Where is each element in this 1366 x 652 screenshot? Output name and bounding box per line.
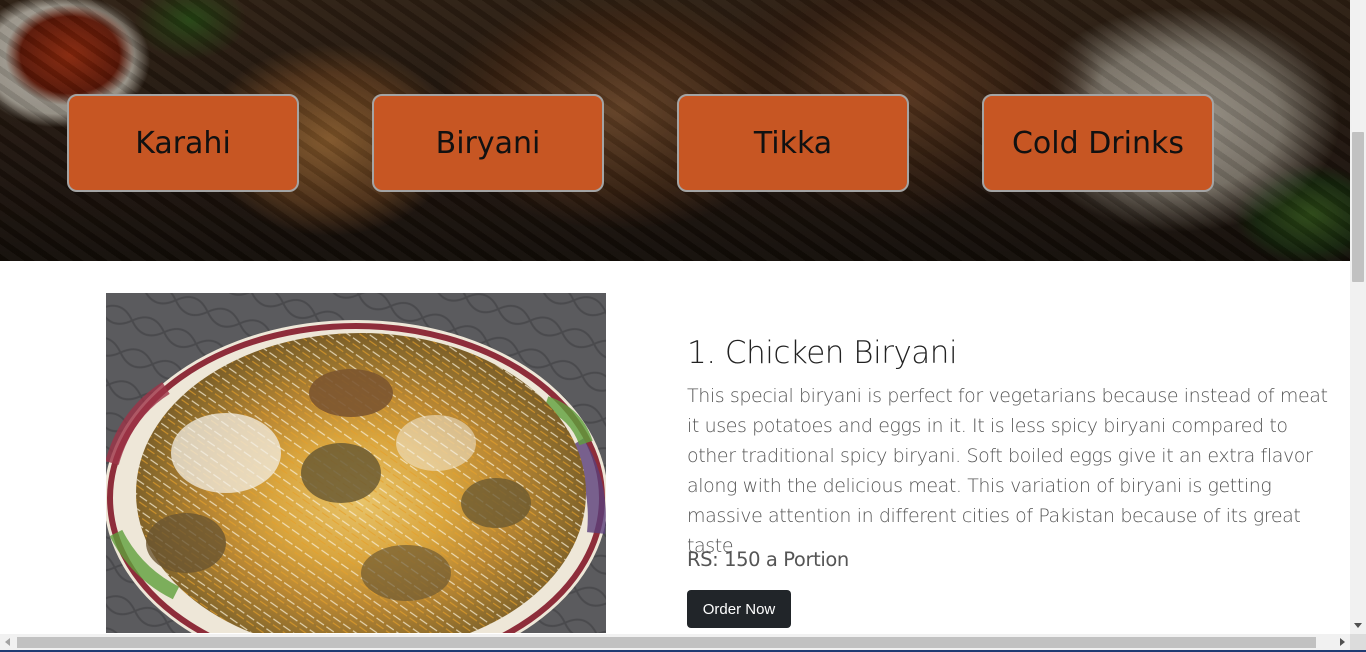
scroll-left-arrow-icon[interactable] xyxy=(5,638,10,646)
scroll-right-arrow-icon[interactable] xyxy=(1340,638,1345,646)
biryani-photo-icon xyxy=(106,293,606,633)
scrollbar-corner xyxy=(1350,634,1366,650)
item-price: RS: 150 a Portion xyxy=(687,548,849,571)
scroll-down-arrow-icon[interactable] xyxy=(1354,623,1362,628)
hero-banner: Karahi Biryani Tikka Cold Drinks xyxy=(0,0,1350,261)
horizontal-scroll-thumb[interactable] xyxy=(17,637,1316,648)
item-description: This special biryani is perfect for vege… xyxy=(687,385,1328,557)
vertical-scrollbar[interactable] xyxy=(1350,0,1366,634)
item-photo xyxy=(106,293,606,633)
horizontal-scrollbar[interactable] xyxy=(0,634,1350,650)
vertical-scroll-thumb[interactable] xyxy=(1352,132,1364,282)
order-now-button[interactable]: Order Now xyxy=(687,590,791,628)
category-button-biryani[interactable]: Biryani xyxy=(372,94,604,192)
category-button-karahi[interactable]: Karahi xyxy=(67,94,299,192)
category-button-cold-drinks[interactable]: Cold Drinks xyxy=(982,94,1214,192)
item-title: 1. Chicken Biryani xyxy=(687,335,958,371)
category-button-tikka[interactable]: Tikka xyxy=(677,94,909,192)
